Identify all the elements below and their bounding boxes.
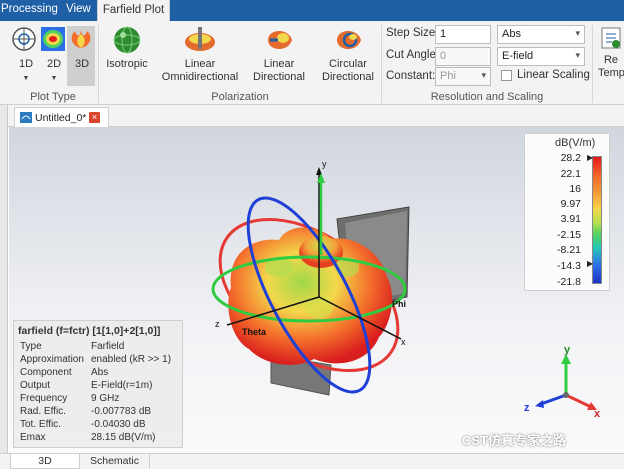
isotropic-button[interactable]: Isotropic: [104, 25, 150, 71]
view-tab-bar: 3D Schematic: [0, 453, 624, 469]
reset-template-button[interactable]: Re Temp: [598, 25, 624, 80]
document-tab-bar: Untitled_0* ×: [0, 105, 624, 127]
farfield-doc-icon: [20, 112, 32, 123]
menu-view[interactable]: View: [66, 3, 91, 15]
field-select[interactable]: E-field: [497, 47, 585, 66]
triad-x-label: x: [594, 408, 601, 420]
info-key: Output: [20, 380, 51, 391]
menu-bar: Processing View Farfield Plot: [0, 0, 624, 21]
info-key: Rad. Effic.: [20, 406, 66, 417]
step-size-input[interactable]: 1: [435, 25, 491, 44]
watermark-text: CST仿真专家之路: [462, 433, 567, 448]
min-marker-icon: ▶: [587, 259, 594, 268]
separator: [98, 25, 99, 103]
torus-icon: [185, 27, 215, 51]
linear-omnidirectional-button[interactable]: Linear Omnidirectional: [160, 25, 240, 84]
cut-angle-input[interactable]: 0: [435, 47, 491, 66]
close-tab-icon[interactable]: ×: [89, 112, 100, 123]
separator: [381, 25, 382, 103]
constant-select[interactable]: Phi: [435, 67, 491, 86]
legend-tick: 16: [569, 183, 581, 195]
info-key: Frequency: [20, 393, 68, 404]
plot-type-3d[interactable]: 3D: [70, 58, 94, 71]
z-axis-label: z: [215, 319, 220, 329]
cut-angle-label: Cut Angle:: [386, 49, 440, 61]
constant-label: Constant:: [386, 70, 436, 82]
info-key: Type: [20, 341, 42, 352]
tab-farfield-plot[interactable]: Farfield Plot: [97, 0, 170, 21]
separator: [592, 25, 593, 103]
info-value: -0.007783 dB: [91, 406, 152, 417]
legend-tick: -14.3: [557, 260, 581, 272]
info-value: E-Field(r=1m): [91, 380, 153, 391]
info-key: Tot. Effic.: [20, 419, 61, 430]
farfield-info-panel: farfield (f=fctr) [1[1,0]+2[1,0]] Type F…: [13, 320, 183, 448]
resolution-group-label: Resolution and Scaling: [430, 91, 544, 103]
linear-scaling-label: Linear Scaling: [517, 69, 590, 81]
info-value: Abs: [91, 367, 109, 378]
step-size-label: Step Size:: [386, 27, 439, 39]
linear-scaling-checkbox[interactable]: [501, 70, 512, 81]
left-panel-edge[interactable]: [0, 105, 8, 455]
legend-tick: -2.15: [557, 229, 581, 241]
plot-type-group-label: Plot Type: [30, 91, 76, 103]
legend-tick: 3.91: [560, 213, 581, 225]
legend-title: dB(V/m): [555, 137, 596, 149]
info-key: Component: [20, 367, 72, 378]
info-value: Farfield: [91, 341, 125, 352]
info-value: 28.15 dB(V/m): [91, 432, 156, 443]
circular-directional-button[interactable]: Circular Directional: [318, 25, 378, 84]
info-value: -0.04030 dB: [91, 419, 146, 430]
color-bar: [592, 156, 602, 284]
theta-label: Theta: [242, 327, 267, 337]
sphere-icon: [113, 26, 141, 54]
legend-tick: 28.2: [560, 152, 581, 164]
plot-type-2d[interactable]: 2D ▼: [42, 58, 66, 85]
phi-label: Phi: [392, 299, 406, 309]
menu-processing[interactable]: Processing: [1, 3, 58, 15]
tab-3d[interactable]: 3D: [10, 454, 80, 469]
pattern-3d-icon[interactable]: [67, 26, 95, 86]
polarization-group-label: Polarization: [211, 91, 269, 103]
document-tab[interactable]: Untitled_0* ×: [14, 107, 109, 127]
info-value: enabled (kR >> 1): [91, 354, 172, 365]
polar-1d-icon[interactable]: [11, 26, 37, 52]
legend-tick: -8.21: [557, 244, 581, 256]
max-marker-icon: ▶: [587, 153, 594, 162]
circular-lobe-icon: [337, 30, 361, 50]
tab-schematic[interactable]: Schematic: [80, 454, 150, 469]
orientation-triad-icon: y x z: [524, 344, 601, 420]
plot-type-1d[interactable]: 1D ▼: [14, 58, 38, 85]
template-icon: [601, 27, 621, 49]
document-tab-title: Untitled_0*: [35, 112, 87, 124]
info-key: Approximation: [20, 354, 84, 365]
linear-directional-button[interactable]: Linear Directional: [250, 25, 308, 84]
info-value: 9 GHz: [91, 393, 120, 404]
ribbon: 1D ▼ 2D ▼ 3D Plot Type Isotropic Linear Omn…: [0, 21, 624, 105]
info-header: farfield (f=fctr) [1[1,0]+2[1,0]]: [18, 325, 161, 337]
legend-tick: -21.8: [557, 276, 581, 288]
color-scale-legend: dB(V/m) 28.2 22.1 16 9.97 3.91 -2.15 -8.…: [524, 133, 610, 291]
directional-lobe-icon: [268, 30, 292, 50]
triad-z-label: z: [524, 402, 530, 414]
legend-tick: 22.1: [560, 168, 581, 180]
contour-2d-icon[interactable]: [40, 26, 66, 52]
x-axis-label: x: [401, 337, 406, 347]
component-select[interactable]: Abs: [497, 25, 585, 44]
legend-tick: 9.97: [560, 198, 581, 210]
triad-y-label: y: [564, 344, 571, 356]
info-key: Emax: [20, 432, 46, 443]
y-axis-label: y: [322, 159, 327, 169]
